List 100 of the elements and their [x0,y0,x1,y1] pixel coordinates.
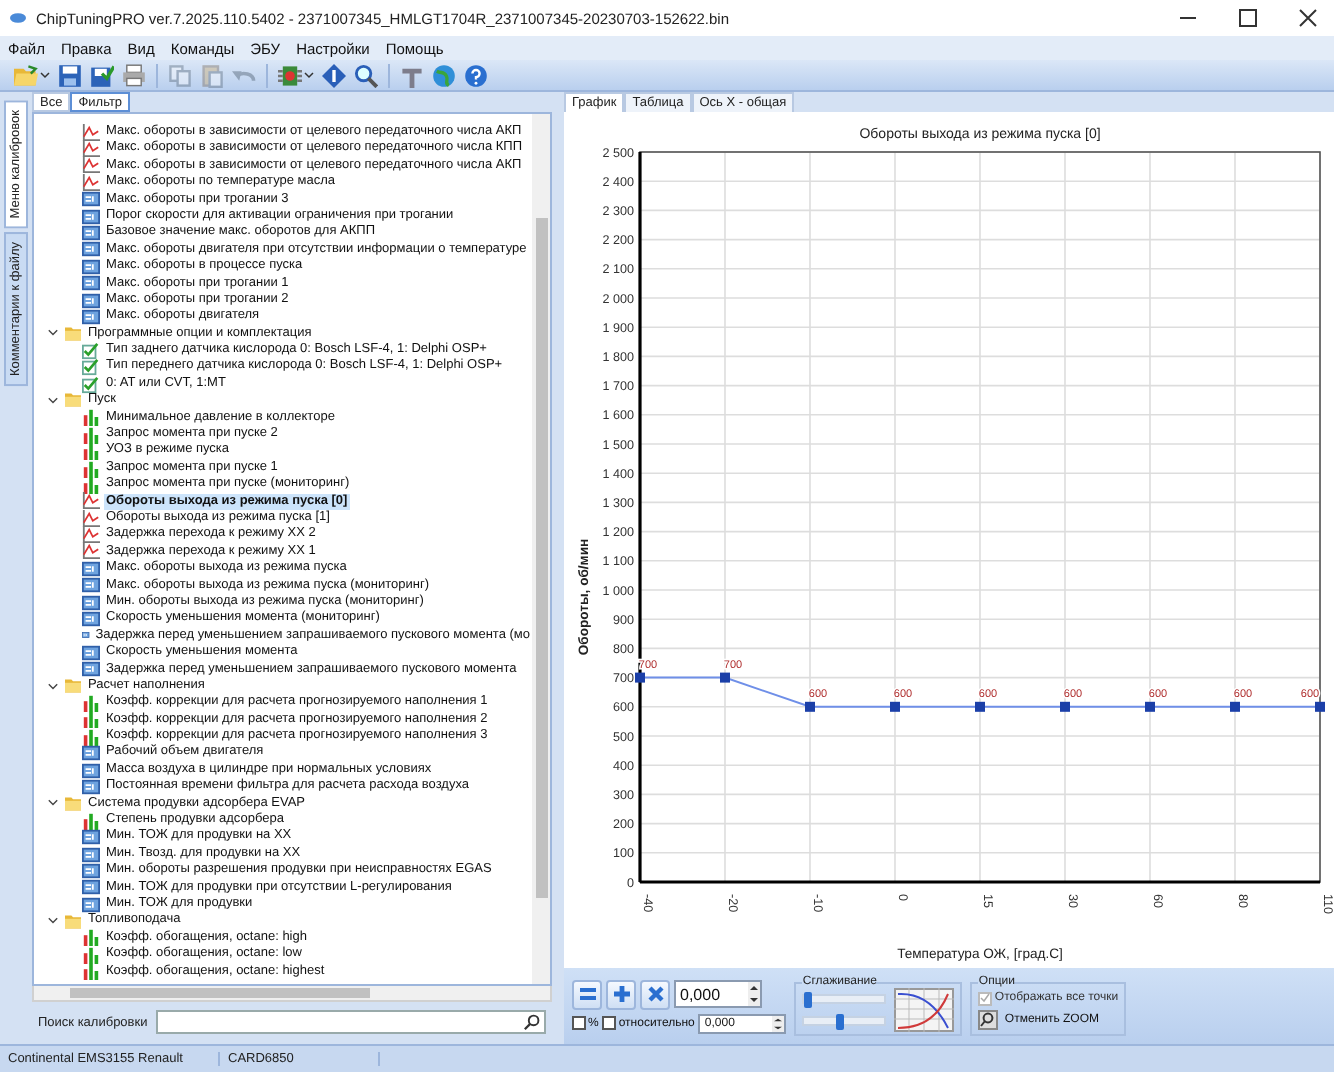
check-icon [980,992,991,1004]
bar-chart-icon [82,710,100,729]
value-icon [82,761,100,780]
data-point[interactable] [805,701,815,712]
value-icon [82,240,100,259]
spinner-icon[interactable] [748,982,760,1006]
bar-chart-icon [82,459,100,478]
equals-icon [577,984,597,1004]
chevron-down-icon[interactable] [46,914,60,929]
folder-icon [64,325,82,342]
toolbar-button[interactable] [462,61,490,89]
globe-icon [432,63,456,87]
scrollbar[interactable] [532,114,550,984]
toolbar-button[interactable] [320,61,348,89]
value-icon [82,559,100,578]
bar-chart-icon [82,727,100,746]
data-point[interactable] [1230,701,1240,712]
line-chart-icon [82,156,100,175]
chevron-down-icon[interactable] [46,326,60,341]
help-icon [464,63,488,87]
spinner-icon[interactable] [772,1015,785,1031]
slider-thumb[interactable] [836,1014,845,1030]
data-point[interactable] [1060,701,1070,712]
value-icon [82,777,100,796]
line-chart-icon [82,173,100,192]
value-icon [82,207,100,226]
checkbox-icon [82,341,100,360]
line-chart-icon [82,526,100,545]
toolbar-button[interactable] [56,61,84,89]
value-icon [82,744,100,763]
save-icon [58,63,82,87]
multiply-button[interactable] [640,979,670,1009]
folder-icon [64,678,82,695]
bar-chart-icon [82,811,100,830]
value-icon [82,828,100,847]
bar-chart-icon [82,693,100,712]
folder-icon [64,392,82,409]
search-icon [524,1014,540,1030]
chip-icon [278,63,302,87]
value-icon [82,895,100,914]
value-icon [82,593,100,612]
value-icon [82,308,100,326]
line-chart-icon [82,123,100,142]
data-point[interactable] [635,672,645,683]
checkbox-icon [82,358,100,377]
toolbar-button[interactable] [352,61,380,89]
chevron-down-icon[interactable] [46,796,60,811]
data-point[interactable] [1315,701,1325,712]
folder-icon [64,795,82,812]
value-icon [82,861,100,880]
folder-icon [64,913,82,930]
data-point[interactable] [1145,701,1155,712]
data-point[interactable] [890,701,900,712]
line-chart-icon [82,492,100,511]
search-icon [354,63,378,87]
toolbar-button[interactable] [120,61,148,89]
bar-chart-icon [82,425,100,444]
paste-icon [200,63,224,87]
line-chart-icon [82,542,100,561]
magnifier-icon [978,1009,999,1029]
value-icon [82,257,100,276]
plus-icon [611,984,631,1004]
search-field[interactable] [155,1010,546,1034]
curve-preview-drawing [894,988,955,1032]
value-icon [82,845,100,863]
copy-icon [168,63,192,87]
value-icon [82,878,100,897]
bar-chart-icon [82,442,100,461]
diamond-icon [322,63,346,87]
line-chart-icon [82,140,100,159]
chevron-down-icon[interactable] [46,393,60,408]
folder-icon [14,63,38,87]
toolbar-button[interactable] [12,61,52,89]
value-icon [82,190,100,209]
caret-icon [40,70,50,80]
caret-icon [304,70,314,80]
x-icon [645,984,665,1004]
value-field[interactable]: 0,000 [674,980,762,1008]
value-icon [82,274,100,293]
value-icon [82,576,100,595]
toolbar-button[interactable] [88,61,116,89]
checkbox[interactable] [572,1016,586,1030]
bar-chart-icon [82,945,100,964]
bar-chart-icon [82,408,100,427]
checkbox[interactable] [602,1016,617,1030]
app-icon [8,10,28,26]
slider-thumb[interactable] [803,992,812,1008]
value-icon [82,224,100,243]
data-point[interactable] [720,672,730,683]
data-point[interactable] [975,701,985,712]
line-chart-icon [82,509,100,528]
bar-chart-icon [82,962,100,981]
bar-chart-icon [82,928,100,947]
value-icon [82,660,100,679]
toolbar-button[interactable] [276,61,316,89]
bar-chart-icon [82,475,100,494]
chevron-down-icon[interactable] [46,679,60,694]
equal-button[interactable] [572,979,602,1009]
scrollbar[interactable] [32,986,552,1002]
add-button[interactable] [606,979,636,1009]
